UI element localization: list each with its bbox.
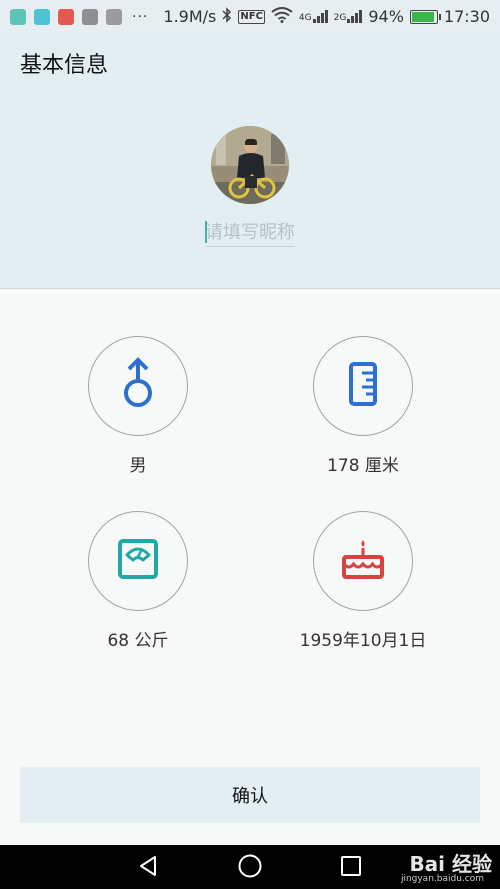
height-button[interactable] (313, 336, 413, 436)
page-title: 基本信息 (20, 53, 109, 78)
profile-header: 基本信息 (0, 33, 500, 289)
birthday-button[interactable] (313, 511, 413, 611)
baidu-watermark-logo: Bai 经验 (409, 852, 492, 876)
signal-2g-icon: 2G (334, 10, 363, 23)
app-notification-icon (10, 8, 26, 25)
text-cursor (205, 221, 207, 243)
system-nav-bar: Bai 经验 jingyan.baidu.com (0, 845, 500, 889)
gender-value: 男 (129, 456, 147, 476)
more-notifications-icon: ··· (132, 8, 149, 25)
battery-percent: 94% (368, 7, 404, 26)
back-triangle-icon (137, 854, 159, 882)
nfc-icon: NFC (238, 9, 265, 24)
scale-icon (117, 538, 159, 584)
confirm-button[interactable]: 确认 (20, 767, 480, 823)
qr-notification-icon (82, 8, 98, 25)
home-circle-icon (237, 853, 263, 883)
home-button[interactable] (235, 853, 265, 883)
status-indicators: 1.9M/s NFC 4G 2G 94% 17:30 (163, 6, 490, 27)
status-bar: ··· 1.9M/s NFC 4G 2G 94% 17:30 (0, 0, 500, 33)
nickname-input[interactable] (205, 219, 295, 247)
signal-4g-icon: 4G (299, 10, 328, 23)
weight-button[interactable] (88, 511, 188, 611)
male-icon (118, 356, 158, 416)
birthday-value: 1959年10月1日 (299, 631, 427, 651)
battery-icon (409, 9, 441, 24)
shop-notification-icon (58, 8, 74, 25)
network-speed: 1.9M/s (163, 7, 217, 26)
recents-button[interactable] (336, 853, 366, 883)
qr2-notification-icon (106, 8, 122, 25)
weight-value: 68 公斤 (107, 631, 169, 651)
notification-icons: ··· (10, 8, 149, 25)
back-button[interactable] (133, 853, 163, 883)
recents-square-icon (340, 855, 362, 881)
bluetooth-icon (222, 6, 232, 27)
wifi-icon (271, 6, 293, 27)
baidu-watermark-url: jingyan.baidu.com (400, 874, 484, 884)
avatar[interactable] (211, 126, 289, 204)
mail-notification-icon (34, 8, 50, 25)
height-value: 178 厘米 (327, 456, 399, 476)
ruler-icon (348, 361, 378, 411)
gender-button[interactable] (88, 336, 188, 436)
clock: 17:30 (443, 7, 490, 26)
cake-icon (339, 537, 387, 585)
